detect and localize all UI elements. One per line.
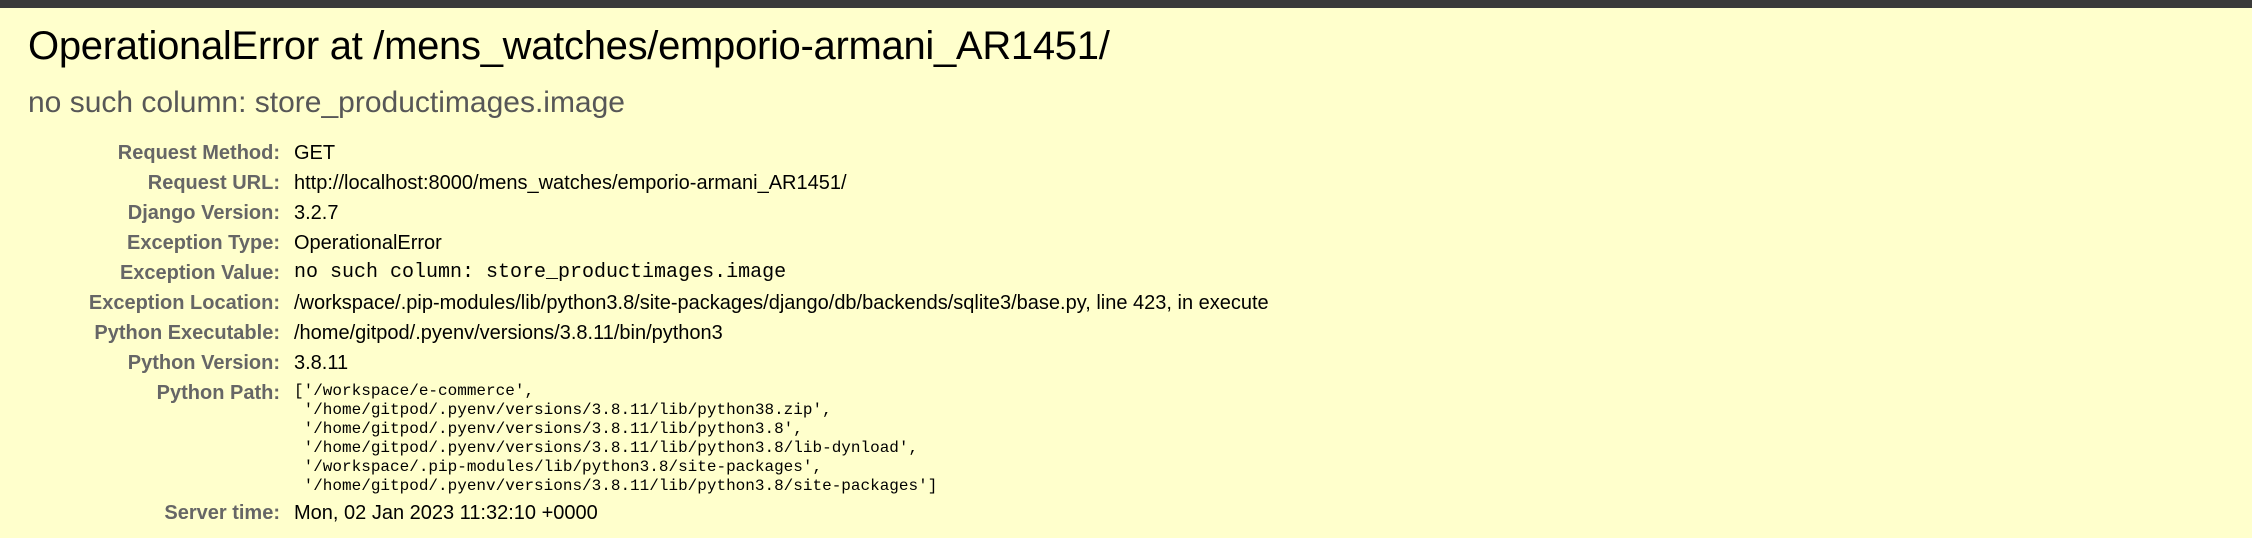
meta-row-django-version: Django Version: 3.2.7: [28, 198, 1269, 228]
exception-location-value: /workspace/.pip-modules/lib/python3.8/si…: [294, 292, 1269, 314]
error-title: OperationalError at /mens_watches/empori…: [28, 24, 1110, 68]
python-path-value: ['/workspace/e-commerce', '/home/gitpod/…: [294, 382, 938, 495]
request-url-label: Request URL:: [147, 172, 280, 194]
meta-row-exception-value: Exception Value: no such column: store_p…: [28, 258, 1269, 288]
exception-location-label: Exception Location:: [88, 292, 280, 314]
meta-row-python-path: Python Path: ['/workspace/e-commerce', '…: [28, 378, 1269, 498]
meta-row-python-executable: Python Executable: /home/gitpod/.pyenv/v…: [28, 318, 1269, 348]
error-message: no such column: store_productimages.imag…: [28, 86, 625, 119]
exception-value-text: no such column: store_productimages.imag…: [294, 261, 787, 284]
python-path-label: Python Path:: [156, 382, 280, 404]
exception-type-value: OperationalError: [294, 232, 442, 254]
exception-type-label: Exception Type:: [127, 232, 280, 254]
python-version-value: 3.8.11: [294, 352, 349, 374]
server-time-value: Mon, 02 Jan 2023 11:32:10 +0000: [294, 502, 598, 524]
request-method-label: Request Method:: [117, 142, 280, 164]
request-meta-table: Request Method: GET Request URL: http://…: [28, 138, 1269, 528]
meta-row-exception-type: Exception Type: OperationalError: [28, 228, 1269, 258]
django-version-value: 3.2.7: [294, 202, 339, 224]
python-executable-value: /home/gitpod/.pyenv/versions/3.8.11/bin/…: [294, 322, 723, 344]
django-version-label: Django Version:: [127, 202, 280, 224]
meta-row-exception-location: Exception Location: /workspace/.pip-modu…: [28, 288, 1269, 318]
meta-row-request-method: Request Method: GET: [28, 138, 1269, 168]
python-executable-label: Python Executable:: [94, 322, 280, 344]
request-url-value: http://localhost:8000/mens_watches/empor…: [294, 172, 847, 194]
exception-value-label: Exception Value:: [119, 262, 280, 284]
python-version-label: Python Version:: [127, 352, 280, 374]
server-time-label: Server time:: [164, 502, 280, 524]
top-bar: [0, 0, 2252, 8]
meta-row-request-url: Request URL: http://localhost:8000/mens_…: [28, 168, 1269, 198]
request-method-value: GET: [294, 142, 336, 164]
meta-row-python-version: Python Version: 3.8.11: [28, 348, 1269, 378]
exception-value-cell: no such column: store_productimages.imag…: [294, 258, 1269, 288]
meta-row-server-time: Server time: Mon, 02 Jan 2023 11:32:10 +…: [28, 498, 1269, 528]
python-path-cell: ['/workspace/e-commerce', '/home/gitpod/…: [294, 378, 1269, 498]
